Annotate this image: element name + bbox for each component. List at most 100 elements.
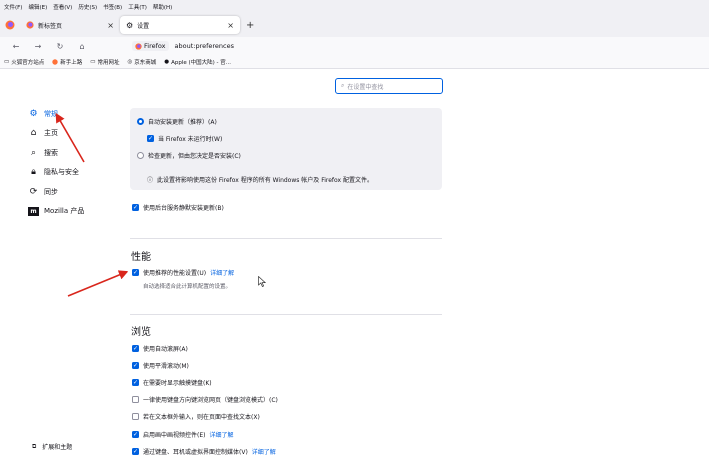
close-tab-icon[interactable]: × bbox=[227, 21, 234, 30]
menu-bookmarks[interactable]: 书签(B) bbox=[103, 3, 122, 11]
sidebar-item-label: 同步 bbox=[44, 187, 58, 196]
url-bar[interactable]: Firefox about:preferences bbox=[132, 39, 234, 53]
picture-in-picture-checkbox[interactable]: ✓ 启用画中画视频控件(E) 详细了解 bbox=[132, 430, 234, 439]
learn-more-link[interactable]: 详细了解 bbox=[209, 430, 233, 439]
reload-icon[interactable]: ↻ bbox=[54, 42, 66, 51]
check-only-radio[interactable]: 检查更新，但由您决定是否安装(C) bbox=[137, 151, 241, 160]
forward-icon[interactable]: → bbox=[32, 42, 44, 51]
checkbox-checked[interactable]: ✓ bbox=[147, 135, 154, 142]
sync-icon: ⟳ bbox=[29, 186, 38, 197]
lock-icon: 🔒︎ bbox=[31, 167, 36, 177]
mouse-cursor-icon bbox=[258, 275, 267, 289]
bookmark-item[interactable]: ● Apple (中国大陆) - 官... bbox=[164, 58, 231, 66]
checkbox-checked[interactable]: ✓ bbox=[132, 204, 139, 211]
checkbox-checked[interactable]: ✓ bbox=[132, 269, 139, 276]
bookmark-label: 京东商城 bbox=[134, 59, 157, 66]
smooth-scroll-checkbox[interactable]: ✓ 使用平滑滚动(M) bbox=[132, 361, 189, 370]
bookmark-label: 常用网址 bbox=[97, 59, 120, 66]
sidebar-item-home[interactable]: ⌂ 主页 bbox=[28, 127, 123, 140]
autoscroll-checkbox[interactable]: ✓ 使用自动滚屏(A) bbox=[132, 344, 188, 353]
search-text-when-typing-checkbox[interactable]: 若在文本框外输入，则在页面中查找文本(X) bbox=[132, 412, 260, 421]
bookmark-item[interactable]: ▭ 火狐官方站点 bbox=[4, 58, 44, 66]
checkbox-label: 启用画中画视频控件(E) bbox=[143, 432, 206, 439]
performance-heading: 性能 bbox=[131, 252, 151, 263]
learn-more-link[interactable]: 详细了解 bbox=[252, 447, 276, 456]
new-tab-button[interactable]: + bbox=[246, 20, 254, 31]
learn-more-link[interactable]: 详细了解 bbox=[210, 268, 234, 277]
bookmark-item[interactable]: ◎ 京东商城 bbox=[127, 58, 156, 66]
bookmark-item[interactable]: ▭ 常用网址 bbox=[90, 58, 119, 66]
sidebar-item-privacy[interactable]: 🔒︎ 隐私与安全 bbox=[28, 166, 123, 179]
checkbox-unchecked[interactable] bbox=[132, 413, 139, 420]
search-icon: ⌕ bbox=[341, 82, 345, 89]
identity-box[interactable]: Firefox bbox=[132, 41, 169, 51]
performance-description: 自动选择适合此计算机配置的设置。 bbox=[143, 284, 232, 290]
info-icon: ⓘ bbox=[147, 177, 154, 184]
sidebar-item-general[interactable]: ⚙ 常规 bbox=[28, 107, 123, 120]
checkbox-checked[interactable]: ✓ bbox=[132, 379, 139, 386]
firefox-view-icon[interactable] bbox=[0, 15, 20, 35]
section-divider bbox=[130, 314, 442, 315]
media-control-checkbox[interactable]: ✓ 通过键盘、耳机或虚拟界面控制媒体(V) 详细了解 bbox=[132, 447, 276, 456]
checkbox-checked[interactable]: ✓ bbox=[132, 431, 139, 438]
home-icon[interactable]: ⌂ bbox=[76, 42, 88, 51]
checkbox-checked[interactable]: ✓ bbox=[132, 345, 139, 352]
update-info-note: ⓘ 此设置将影响使用这份 Firefox 程序的所有 Windows 帐户及 F… bbox=[147, 175, 373, 184]
back-icon[interactable]: ← bbox=[10, 42, 22, 51]
checkbox-label: 若在文本框外输入，则在页面中查找文本(X) bbox=[143, 414, 260, 421]
menu-help[interactable]: 帮助(H) bbox=[153, 3, 172, 11]
bookmark-label: Apple (中国大陆) - 官... bbox=[171, 59, 232, 66]
checkbox-label: 使用平滑滚动(M) bbox=[143, 363, 189, 370]
sidebar-item-label: 主页 bbox=[44, 129, 58, 137]
when-not-running-checkbox[interactable]: ✓ 当 Firefox 未运行时(W) bbox=[147, 134, 222, 143]
tab-settings[interactable]: ⚙ 设置 × bbox=[120, 16, 240, 34]
tab-bar: 新标签页 × ⚙ 设置 × + bbox=[0, 13, 709, 37]
checkbox-label: 在需要时显示触摸键盘(K) bbox=[143, 380, 212, 387]
recommended-performance-checkbox[interactable]: ✓ 使用推荐的性能设置(U) 详细了解 bbox=[132, 268, 234, 277]
bookmark-label: 新手上路 bbox=[60, 59, 83, 66]
annotation-arrow-performance bbox=[67, 270, 129, 297]
folder-icon: ▭ bbox=[4, 58, 10, 65]
bookmarks-toolbar: ▭ 火狐官方站点 新手上路 ▭ 常用网址 ◎ 京东商城 ● Apple (中国大陆) -… bbox=[0, 55, 709, 69]
sidebar-item-label: 隐私与安全 bbox=[44, 168, 79, 176]
touch-keyboard-checkbox[interactable]: ✓ 在需要时显示触摸键盘(K) bbox=[132, 378, 212, 387]
caret-browsing-checkbox[interactable]: 一律使用键盘方向键浏览网页（键盘浏览模式）(C) bbox=[132, 395, 278, 404]
section-divider bbox=[130, 238, 442, 239]
auto-install-radio[interactable]: 自动安装更新（推荐）(A) bbox=[137, 117, 217, 126]
checkbox-checked[interactable]: ✓ bbox=[132, 362, 139, 369]
radio-unselected[interactable] bbox=[137, 152, 144, 159]
tab-label: 设置 bbox=[137, 22, 150, 30]
menu-tools[interactable]: 工具(T) bbox=[128, 3, 147, 11]
folder-icon: ▭ bbox=[90, 58, 96, 65]
menu-file[interactable]: 文件(F) bbox=[4, 3, 22, 11]
background-service-checkbox[interactable]: ✓ 使用后台服务静默安装更新(B) bbox=[132, 203, 224, 212]
menu-edit[interactable]: 编辑(E) bbox=[28, 3, 47, 11]
globe-icon: ◎ bbox=[127, 58, 133, 65]
close-tab-icon[interactable]: × bbox=[107, 21, 114, 30]
firefox-logo-icon bbox=[52, 58, 58, 65]
sidebar-item-sync[interactable]: ⟳ 同步 bbox=[28, 185, 123, 198]
bookmark-item[interactable]: 新手上路 bbox=[52, 58, 82, 66]
checkbox-label: 通过键盘、耳机或虚拟界面控制媒体(V) bbox=[143, 449, 248, 456]
gear-icon: ⚙ bbox=[29, 108, 38, 119]
sidebar-item-extensions[interactable]: ⧉ 扩展和主题 bbox=[32, 442, 72, 452]
menu-view[interactable]: 查看(V) bbox=[53, 3, 72, 11]
checkbox-checked[interactable]: ✓ bbox=[132, 448, 139, 455]
sidebar-item-search[interactable]: ⌕ 搜索 bbox=[28, 146, 123, 159]
browsing-heading: 浏览 bbox=[131, 327, 151, 338]
sidebar-item-label: 搜索 bbox=[44, 148, 58, 157]
annotation-arrows bbox=[55, 112, 129, 297]
gear-icon: ⚙ bbox=[126, 20, 134, 30]
url-text[interactable]: about:preferences bbox=[175, 42, 235, 50]
firefox-logo-icon bbox=[135, 42, 142, 50]
radio-selected[interactable] bbox=[137, 118, 144, 125]
tab-new-tab[interactable]: 新标签页 × bbox=[20, 16, 120, 34]
home-icon: ⌂ bbox=[30, 128, 37, 138]
settings-search-input[interactable]: ⌕ 在设置中查找 bbox=[335, 78, 443, 94]
sidebar-item-mozilla[interactable]: m Mozilla 产品 bbox=[28, 205, 123, 218]
checkbox-label: 当 Firefox 未运行时(W) bbox=[158, 136, 223, 143]
checkbox-label: 一律使用键盘方向键浏览网页（键盘浏览模式）(C) bbox=[143, 397, 278, 404]
checkbox-unchecked[interactable] bbox=[132, 396, 139, 403]
menu-history[interactable]: 历史(S) bbox=[78, 3, 97, 11]
checkbox-label: 使用推荐的性能设置(U) bbox=[143, 270, 207, 277]
